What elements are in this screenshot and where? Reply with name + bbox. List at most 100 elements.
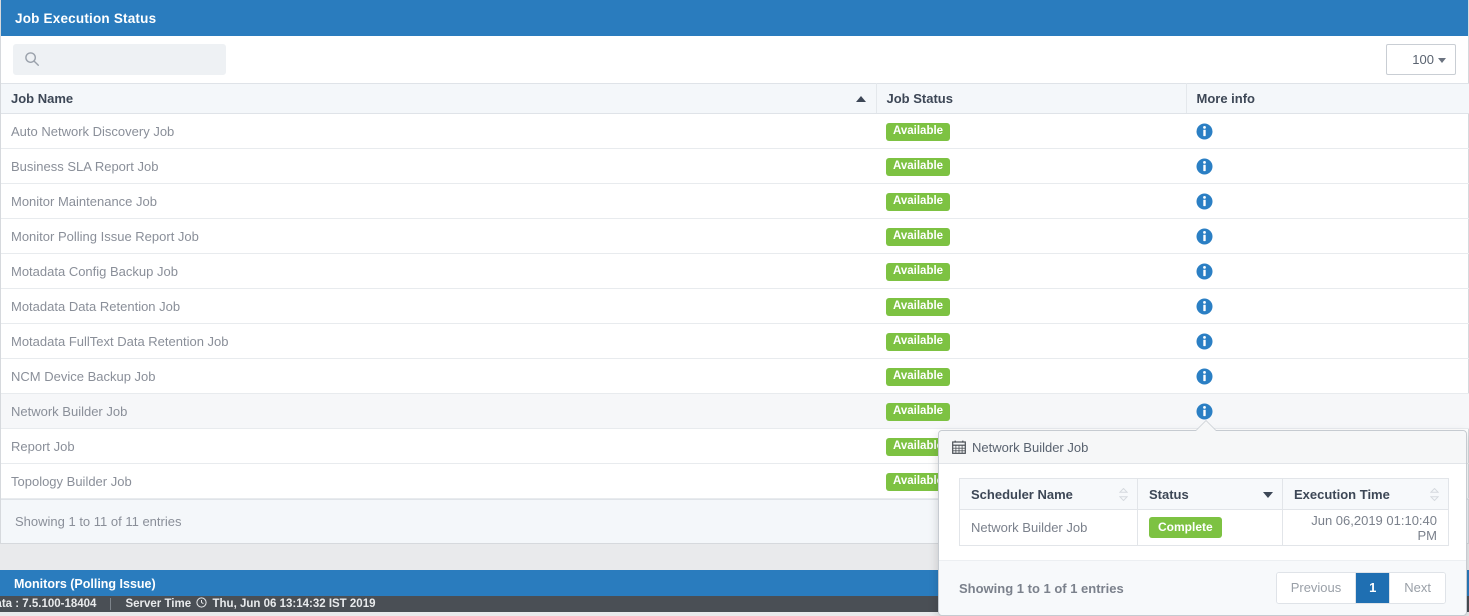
status-badge: Available (886, 262, 951, 281)
cell-more-info (1186, 148, 1469, 184)
status-badge: Available (886, 402, 951, 421)
cell-more-info (1186, 393, 1469, 429)
execution-time-text: Jun 06,2019 01:10:40 PM (1311, 512, 1437, 543)
column-header-more-info[interactable]: More info (1186, 83, 1469, 114)
column-header-status[interactable]: Status (1137, 478, 1283, 510)
cell-execution-time: Jun 06,2019 01:10:40 PM (1282, 509, 1449, 546)
job-name-text: Motadata FullText Data Retention Job (11, 333, 229, 349)
cell-more-info (1186, 288, 1469, 324)
cell-job-status: Available (876, 218, 1186, 254)
chevron-down-icon (1438, 58, 1446, 63)
cell-job-status: Available (876, 393, 1186, 429)
cell-job-status: Available (876, 358, 1186, 394)
table-row[interactable]: Motadata FullText Data Retention Job Avai… (1, 323, 1469, 359)
job-name-text: Monitor Maintenance Job (11, 193, 157, 209)
job-name-text: Motadata Data Retention Job (11, 298, 181, 314)
status-badge: Available (886, 297, 951, 316)
table-row[interactable]: Auto Network Discovery Job Available (1, 113, 1469, 149)
cell-job-status: Available (876, 148, 1186, 184)
info-icon[interactable] (1196, 403, 1213, 420)
job-name-text: Network Builder Job (11, 403, 128, 419)
cell-job-status: Available (876, 113, 1186, 149)
info-icon[interactable] (1196, 123, 1213, 140)
info-icon[interactable] (1196, 158, 1213, 175)
column-header-label: Job Name (11, 91, 74, 106)
status-badge: Available (886, 192, 951, 211)
table-row[interactable]: Motadata Config Backup Job Available (1, 253, 1469, 289)
job-name-text: Report Job (11, 438, 75, 454)
column-header-job-name[interactable]: Job Name (1, 83, 877, 114)
column-header-execution-time[interactable]: Execution Time (1282, 478, 1449, 510)
table-header-row: Job Name Job Status More info (1, 83, 1469, 114)
job-detail-popover: Network Builder Job Scheduler Name Statu… (938, 420, 1467, 616)
cell-more-info (1186, 323, 1469, 359)
info-icon[interactable] (1196, 193, 1213, 210)
product-version: adata : 7.5.100-18404 (0, 598, 97, 610)
panel-header: Job Execution Status (1, 0, 1468, 36)
cell-job-name: Monitor Polling Issue Report Job (1, 218, 876, 254)
column-header-scheduler-name[interactable]: Scheduler Name (959, 478, 1138, 510)
page-title: Job Execution Status (15, 10, 157, 26)
column-header-label: Job Status (886, 91, 953, 106)
status-badge: Available (886, 122, 951, 141)
page-length-select[interactable]: 100 (1386, 44, 1456, 75)
info-icon[interactable] (1196, 368, 1213, 385)
sort-descending-icon (1263, 492, 1273, 498)
server-time: Server Time Thu, Jun 06 13:14:32 IST 201… (111, 596, 389, 612)
cell-job-name: Auto Network Discovery Job (1, 113, 876, 149)
info-icon[interactable] (1196, 333, 1213, 350)
job-name-text: Business SLA Report Job (11, 158, 159, 174)
sort-none-icon (1119, 488, 1128, 501)
scheduler-table-header-row: Scheduler Name Status Execution Time (959, 478, 1449, 510)
column-header-label: Execution Time (1294, 486, 1390, 502)
column-header-label: Scheduler Name (971, 486, 1073, 502)
cell-more-info (1186, 113, 1469, 149)
cell-more-info (1186, 253, 1469, 289)
cell-more-info (1186, 358, 1469, 394)
job-name-text: Auto Network Discovery Job (11, 123, 175, 139)
table-toolbar: 100 (1, 36, 1468, 83)
status-badge: Available (886, 332, 951, 351)
column-header-job-status[interactable]: Job Status (876, 83, 1187, 114)
cell-job-name: Motadata FullText Data Retention Job (1, 323, 876, 359)
job-name-text: Topology Builder Job (11, 473, 132, 489)
pagination-previous-button[interactable]: Previous (1276, 573, 1357, 603)
sort-ascending-icon (855, 96, 866, 102)
server-time-value: Thu, Jun 06 13:14:32 IST 2019 (212, 598, 376, 610)
job-name-text: Monitor Polling Issue Report Job (11, 228, 199, 244)
table-row[interactable]: Business SLA Report Job Available (1, 148, 1469, 184)
popover-title: Network Builder Job (972, 439, 1089, 455)
cell-scheduler-name: Network Builder Job (959, 509, 1138, 546)
server-time-label: Server Time (125, 598, 192, 610)
info-icon[interactable] (1196, 263, 1213, 280)
cell-job-name: Topology Builder Job (1, 463, 876, 499)
table-row[interactable]: Network Builder Job Available (1, 393, 1469, 429)
scheduler-table-row[interactable]: Network Builder Job Complete Jun 06,2019 0… (959, 509, 1449, 546)
pagination-page-1-button[interactable]: 1 (1356, 573, 1391, 603)
pagination: Previous 1 Next (1275, 572, 1446, 604)
info-icon[interactable] (1196, 298, 1213, 315)
table-row[interactable]: Motadata Data Retention Job Available (1, 288, 1469, 324)
cell-job-name: Business SLA Report Job (1, 148, 876, 184)
cell-job-name: Motadata Data Retention Job (1, 288, 876, 324)
column-header-label: Status (1149, 486, 1189, 502)
popover-footer: Showing 1 to 1 of 1 entries Previous 1 N… (939, 560, 1466, 615)
table-row[interactable]: Monitor Polling Issue Report Job Availabl… (1, 218, 1469, 254)
pagination-next-button[interactable]: Next (1390, 573, 1445, 603)
search-input[interactable] (13, 44, 226, 75)
info-icon[interactable] (1196, 228, 1213, 245)
calendar-icon (952, 440, 966, 454)
status-badge: Complete (1149, 517, 1222, 538)
table-row[interactable]: Monitor Maintenance Job Available (1, 183, 1469, 219)
popover-entries-info: Showing 1 to 1 of 1 entries (959, 580, 1124, 596)
table-row[interactable]: NCM Device Backup Job Available (1, 358, 1469, 394)
cell-job-name: NCM Device Backup Job (1, 358, 876, 394)
cell-more-info (1186, 218, 1469, 254)
cell-job-status: Available (876, 323, 1186, 359)
cell-job-name: Report Job (1, 428, 876, 464)
cell-job-name: Motadata Config Backup Job (1, 253, 876, 289)
sort-none-icon (1430, 488, 1439, 501)
search-box[interactable] (13, 44, 226, 75)
cell-job-status: Available (876, 253, 1186, 289)
popover-arrow-inner (1196, 421, 1216, 431)
